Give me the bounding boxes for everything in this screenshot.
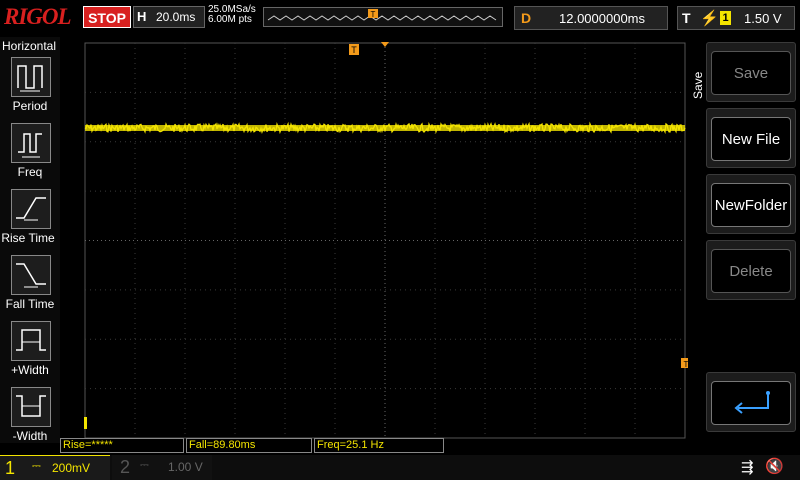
run-stop-status[interactable]: STOP — [83, 6, 131, 28]
fall-measurement: Fall=89.80ms — [186, 438, 312, 453]
delay-value: 12.0000000ms — [559, 11, 646, 26]
positive-width-label: +Width — [11, 363, 49, 377]
freq-icon — [11, 123, 51, 163]
measure-negative-width[interactable]: -Width — [0, 387, 60, 451]
waveform-graticule: TT — [84, 42, 688, 439]
channel-1-coupling-icon: ⎓ — [32, 460, 41, 472]
acquisition-info: 25.0MSa/s 6.00M pts — [208, 5, 256, 25]
channel-1-indicator[interactable]: 1 ⎓ 200mV — [0, 455, 110, 480]
fall-time-label: Fall Time — [5, 297, 55, 311]
new-file-button[interactable]: New File — [706, 108, 796, 168]
measure-period[interactable]: Period — [0, 57, 60, 121]
rise-time-icon — [11, 189, 51, 229]
channel-1-scale: 200mV — [52, 461, 91, 475]
trigger-letter: T — [682, 10, 691, 26]
new-folder-button[interactable]: NewFolder — [706, 174, 796, 234]
measure-fall-time[interactable]: Fall Time — [0, 255, 60, 319]
horizontal-timebase-box[interactable]: H 20.0ms — [133, 6, 205, 28]
trigger-level: 1.50 V — [744, 11, 782, 26]
overview-trigger-marker: T — [371, 10, 376, 19]
trigger-position-label: T — [351, 45, 357, 55]
memory-depth: 6.00M pts — [208, 14, 252, 25]
negative-width-label: -Width — [12, 429, 48, 443]
measure-menu-title: Horizontal — [2, 39, 57, 53]
trigger-box[interactable]: T ⚡ 1 1.50 V — [677, 6, 795, 30]
new-file-button-label: New File — [711, 117, 791, 161]
negative-width-icon — [11, 387, 51, 427]
rigol-logo: RIGOL — [4, 4, 72, 29]
positive-width-icon — [11, 321, 51, 361]
rising-edge-icon: ⚡ — [700, 10, 719, 27]
delay-letter: D — [521, 10, 532, 26]
delete-button[interactable]: Delete — [706, 240, 796, 300]
return-arrow-icon — [711, 381, 791, 425]
return-button[interactable] — [706, 372, 796, 432]
measure-freq[interactable]: Freq — [0, 123, 60, 187]
channel-2-scale: 1.00 V — [168, 460, 203, 474]
waveform-memory-overview[interactable]: T — [263, 7, 503, 27]
memory-overview-waveform: T — [267, 9, 497, 21]
fall-time-icon — [11, 255, 51, 295]
usb-icon: ⇶ — [741, 459, 754, 476]
channel-2-indicator[interactable]: 2 ⎓ 1.00 V — [112, 455, 212, 480]
new-folder-button-label: NewFolder — [711, 183, 791, 227]
delay-box[interactable]: D 12.0000000ms — [514, 6, 668, 30]
freq-label: Freq — [17, 165, 43, 179]
measure-menu: Horizontal Period Freq Rise Time Fall Ti… — [0, 37, 60, 443]
measure-positive-width[interactable]: +Width — [0, 321, 60, 385]
rise-time-label: Rise Time — [1, 231, 55, 245]
channel-2-number: 2 — [120, 457, 131, 477]
channel-1-offset-marker — [84, 417, 87, 429]
measure-rise-time[interactable]: Rise Time — [0, 189, 60, 253]
period-label: Period — [12, 99, 48, 113]
channel-1-number: 1 — [5, 458, 16, 478]
save-button[interactable]: Save — [706, 42, 796, 102]
horizontal-letter: H — [137, 9, 147, 24]
channel-2-coupling-icon: ⎓ — [140, 459, 149, 471]
horizontal-center-marker — [381, 42, 389, 47]
save-button-label: Save — [711, 51, 791, 95]
channel-1-waveform-band — [85, 125, 685, 131]
save-menu-title: Save — [691, 71, 705, 99]
rise-measurement: Rise=***** — [60, 438, 184, 453]
timebase-value: 20.0ms — [156, 10, 196, 24]
freq-measurement: Freq=25.1 Hz — [314, 438, 444, 453]
mute-icon: 🔇 — [765, 458, 784, 475]
delete-button-label: Delete — [711, 249, 791, 293]
trigger-source: 1 — [720, 11, 731, 25]
period-icon — [11, 57, 51, 97]
